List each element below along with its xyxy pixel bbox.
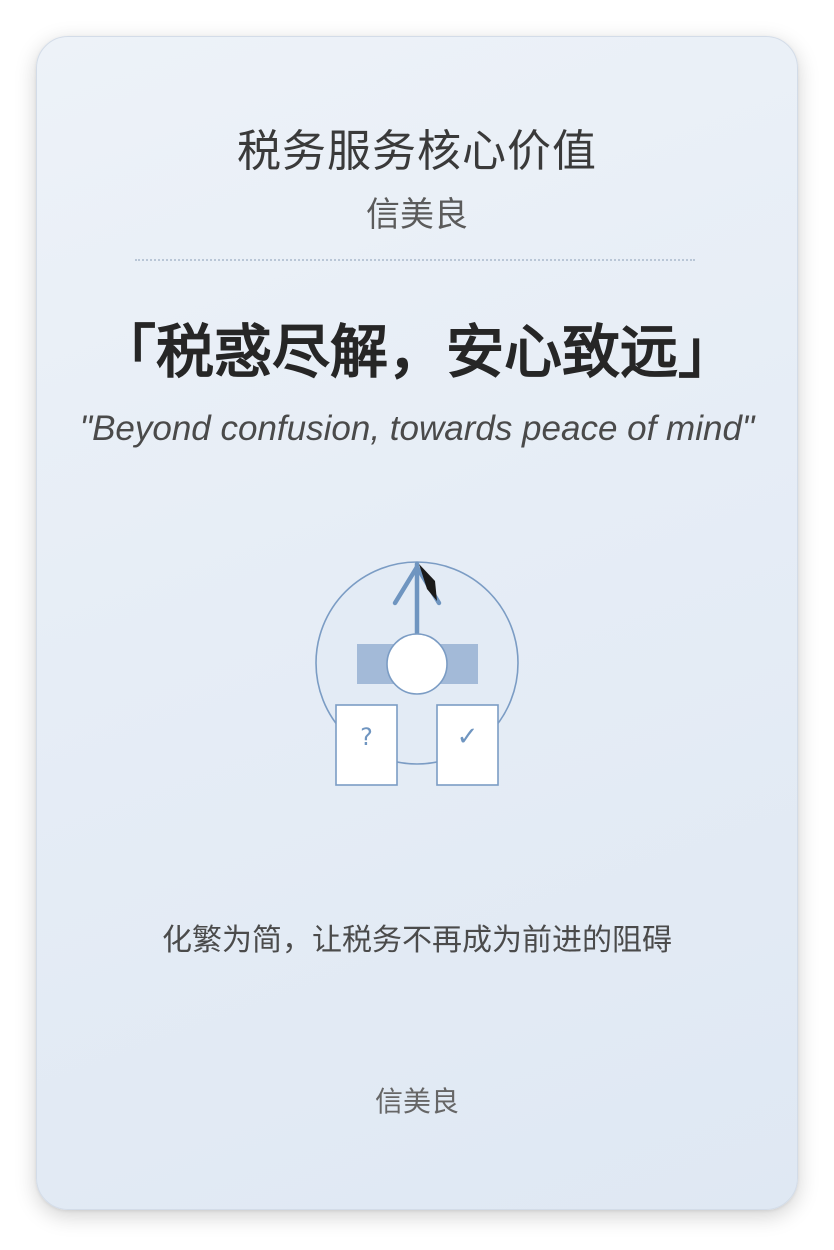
card-subtitle: 信美良 bbox=[366, 195, 468, 235]
check-card-icon: ✓ bbox=[436, 704, 499, 786]
value-card: 税务服务核心价值 信美良 「税惑尽解，安心致远」 "Beyond confusi… bbox=[36, 36, 798, 1210]
tagline: 化繁为简，让税务不再成为前进的阻碍 bbox=[162, 923, 672, 958]
slogan-chinese: 「税惑尽解，安心致远」 bbox=[97, 318, 736, 386]
question-mark: ? bbox=[360, 723, 373, 751]
slogan-english: "Beyond confusion, towards peace of mind… bbox=[79, 409, 755, 448]
footer-signature: 信美良 bbox=[374, 1085, 459, 1118]
center-circle bbox=[386, 633, 448, 695]
card-title: 税务服务核心价值 bbox=[237, 126, 597, 177]
tax-relief-illustration: ? ✓ bbox=[315, 561, 519, 786]
check-mark: ✓ bbox=[457, 722, 479, 752]
dotted-divider bbox=[135, 259, 695, 261]
question-card-icon: ? bbox=[335, 704, 398, 786]
